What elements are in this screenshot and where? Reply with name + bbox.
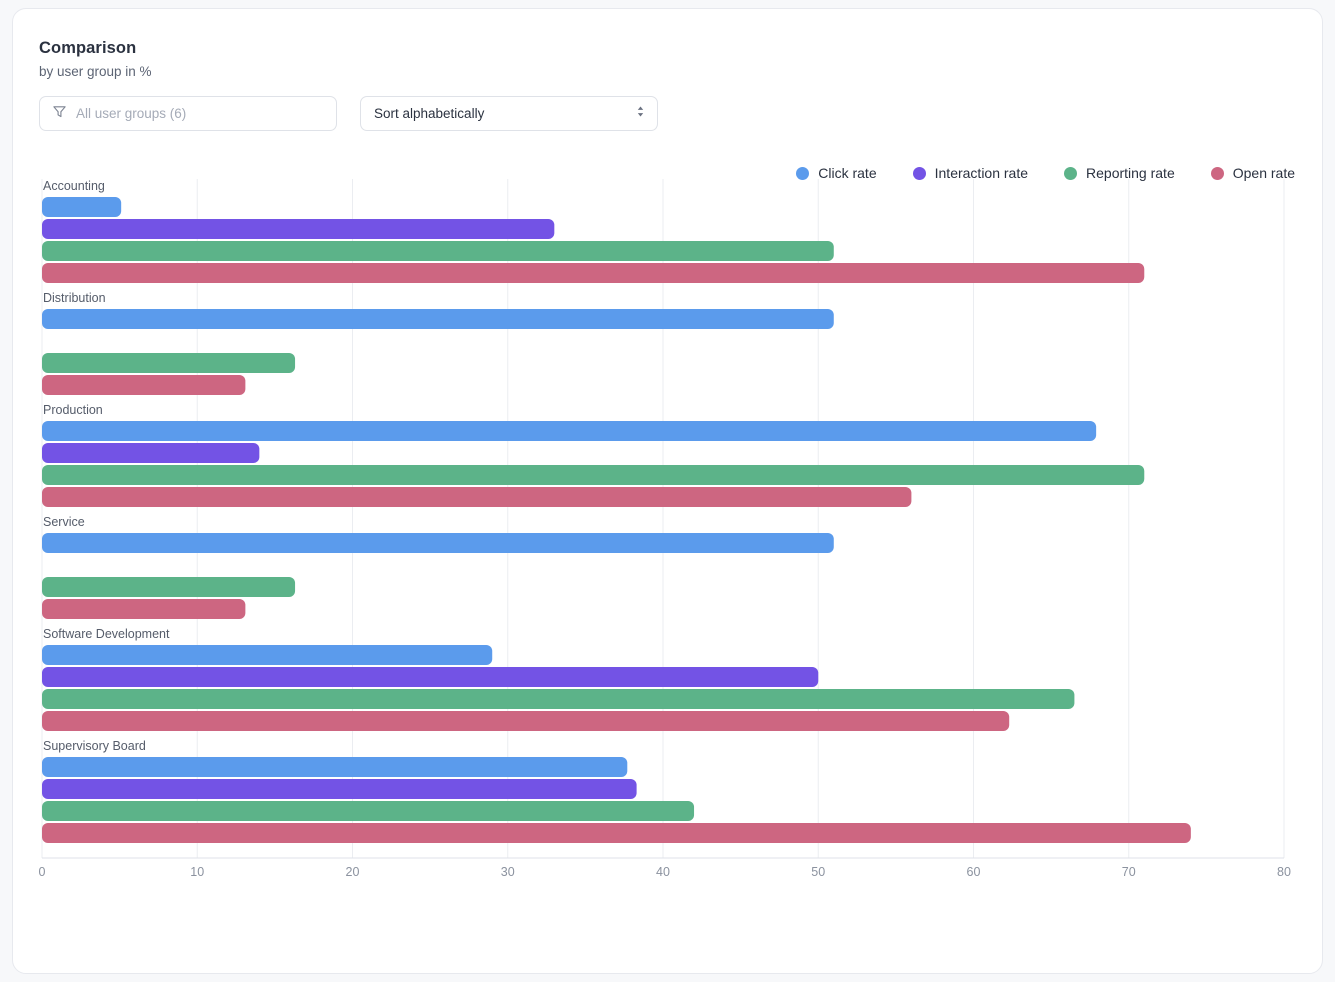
bar-interaction-rate[interactable]: [42, 667, 818, 687]
x-axis-tick-label: 70: [1122, 865, 1136, 879]
user-group-filter[interactable]: All user groups (6): [39, 96, 337, 131]
legend-dot-icon: [1064, 167, 1077, 180]
bar-open-rate[interactable]: [42, 823, 1191, 843]
card-subtitle: by user group in %: [39, 64, 152, 79]
bar-open-rate[interactable]: [42, 263, 1144, 283]
legend-dot-icon: [796, 167, 809, 180]
bar-click-rate[interactable]: [42, 309, 834, 329]
x-axis-tick-label: 30: [501, 865, 515, 879]
category-label: Software Development: [43, 627, 170, 641]
chevron-up-down-icon: [635, 103, 646, 124]
x-axis-tick-label: 60: [967, 865, 981, 879]
legend-item-open-rate[interactable]: Open rate: [1211, 165, 1295, 181]
bar-open-rate[interactable]: [42, 375, 245, 395]
bar-reporting-rate[interactable]: [42, 801, 694, 821]
bar-click-rate[interactable]: [42, 645, 492, 665]
category-label: Production: [43, 403, 103, 417]
bar-interaction-rate[interactable]: [42, 219, 554, 239]
legend-label: Click rate: [818, 165, 876, 181]
x-axis-tick-label: 50: [811, 865, 825, 879]
chart-controls: All user groups (6) Sort alphabetically: [39, 96, 658, 131]
bar-interaction-rate[interactable]: [42, 779, 637, 799]
x-axis-tick-label: 80: [1277, 865, 1291, 879]
bar-click-rate[interactable]: [42, 533, 834, 553]
bar-interaction-rate[interactable]: [42, 443, 259, 463]
comparison-bar-chart: 0 10 20 30 40 50 60 70 80 Accounting Distribution P…: [13, 9, 1323, 974]
page-title: Comparison: [39, 39, 136, 58]
bar-click-rate[interactable]: [42, 421, 1096, 441]
bar-click-rate[interactable]: [42, 757, 627, 777]
bar-open-rate[interactable]: [42, 711, 1009, 731]
filter-funnel-icon: [52, 104, 67, 124]
legend-label: Reporting rate: [1086, 165, 1175, 181]
bar-open-rate[interactable]: [42, 487, 911, 507]
sort-select[interactable]: Sort alphabetically: [360, 96, 658, 131]
category-label: Supervisory Board: [43, 739, 146, 753]
sort-select-value: Sort alphabetically: [374, 106, 484, 121]
category-label: Accounting: [43, 179, 105, 193]
user-group-filter-placeholder: All user groups (6): [76, 106, 186, 121]
legend-label: Open rate: [1233, 165, 1295, 181]
legend-dot-icon: [913, 167, 926, 180]
legend-item-interaction-rate[interactable]: Interaction rate: [913, 165, 1028, 181]
bar-reporting-rate[interactable]: [42, 241, 834, 261]
bar-open-rate[interactable]: [42, 599, 245, 619]
legend-item-click-rate[interactable]: Click rate: [796, 165, 876, 181]
legend-item-reporting-rate[interactable]: Reporting rate: [1064, 165, 1175, 181]
bar-reporting-rate[interactable]: [42, 577, 295, 597]
bar-reporting-rate[interactable]: [42, 465, 1144, 485]
category-label: Service: [43, 515, 85, 529]
x-axis-tick-label: 0: [39, 865, 46, 879]
comparison-card: Comparison by user group in % All user g…: [12, 8, 1323, 974]
legend-label: Interaction rate: [935, 165, 1028, 181]
bar-reporting-rate[interactable]: [42, 353, 295, 373]
bar-click-rate[interactable]: [42, 197, 121, 217]
x-axis-tick-label: 40: [656, 865, 670, 879]
legend-dot-icon: [1211, 167, 1224, 180]
x-axis-tick-label: 20: [346, 865, 360, 879]
x-axis-tick-label: 10: [190, 865, 204, 879]
category-label: Distribution: [43, 291, 106, 305]
chart-legend: Click rate Interaction rate Reporting ra…: [796, 165, 1295, 181]
bar-reporting-rate[interactable]: [42, 689, 1074, 709]
